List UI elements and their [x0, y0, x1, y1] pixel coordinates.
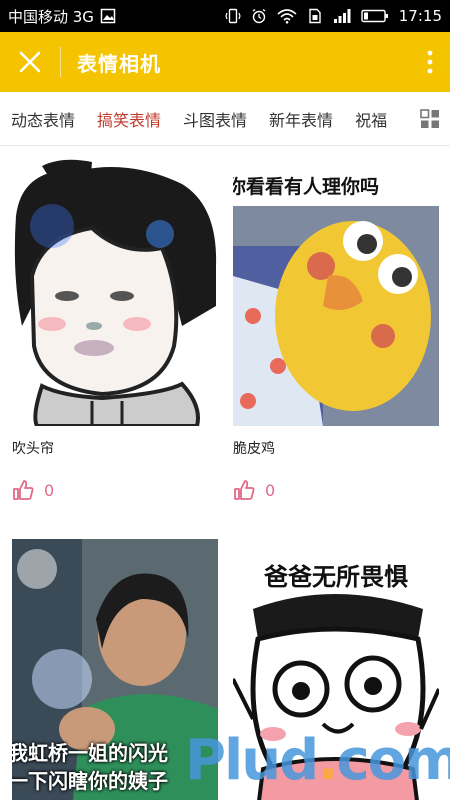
- carrier-label: 中国移动 3G: [8, 7, 94, 26]
- vibrate-icon: [225, 8, 241, 24]
- more-button[interactable]: [410, 32, 450, 92]
- like-count: 0: [265, 480, 276, 500]
- sticker-caption: 爸爸无所畏惧: [264, 563, 408, 591]
- appbar-divider: [60, 47, 61, 77]
- like-button[interactable]: 0: [12, 480, 218, 500]
- tab-dynamic[interactable]: 动态表情: [0, 107, 86, 131]
- battery-icon: [361, 9, 388, 23]
- tab-blessing[interactable]: 祝福: [344, 107, 398, 131]
- tab-funny[interactable]: 搞笑表情: [86, 107, 172, 131]
- sticker-image: 你看看有人理你吗: [233, 156, 439, 426]
- category-tabs: 动态表情 搞笑表情 斗图表情 新年表情 祝福: [0, 92, 450, 146]
- tab-new-year[interactable]: 新年表情: [258, 107, 344, 131]
- more-vert-icon: [427, 50, 433, 74]
- close-button[interactable]: [0, 32, 60, 92]
- watermark-part: com: [336, 728, 450, 793]
- tab-battle[interactable]: 斗图表情: [172, 107, 258, 131]
- thumbs-up-icon: [234, 480, 255, 500]
- sticker-card[interactable]: 吹头帘 0: [12, 156, 218, 500]
- sticker-image: [12, 156, 218, 426]
- like-count: 0: [44, 480, 55, 500]
- alarm-icon: [252, 8, 266, 24]
- wifi-icon: [277, 9, 297, 24]
- sticker-grid: 吹头帘 0 你看看有人理你吗 脆皮鸡 0 我虹桥一姐的闪光 一下闪瞎你的姨子 爸…: [0, 147, 450, 800]
- sticker-card[interactable]: 你看看有人理你吗 脆皮鸡 0: [233, 156, 439, 500]
- thumbs-up-icon: [13, 480, 34, 500]
- watermark: Plud.com: [185, 728, 450, 793]
- grid-icon: [420, 109, 439, 128]
- image-icon: [100, 8, 116, 24]
- page-title: 表情相机: [77, 51, 161, 76]
- sticker-caption: 你看看有人理你吗: [233, 176, 380, 198]
- all-categories-button[interactable]: [410, 92, 450, 145]
- like-button[interactable]: 0: [233, 480, 439, 500]
- sticker-name: 吹头帘: [12, 441, 54, 457]
- app-bar: 表情相机: [0, 32, 450, 92]
- status-bar: 中国移动 3G 17:15: [0, 0, 450, 32]
- sticker-name: 脆皮鸡: [233, 441, 275, 457]
- clock: 17:15: [398, 7, 442, 25]
- close-icon: [19, 51, 41, 73]
- sim-icon: [309, 8, 321, 24]
- watermark-part: Plud: [185, 728, 319, 793]
- signal-icon: [333, 9, 351, 23]
- watermark-dot: .: [317, 728, 338, 793]
